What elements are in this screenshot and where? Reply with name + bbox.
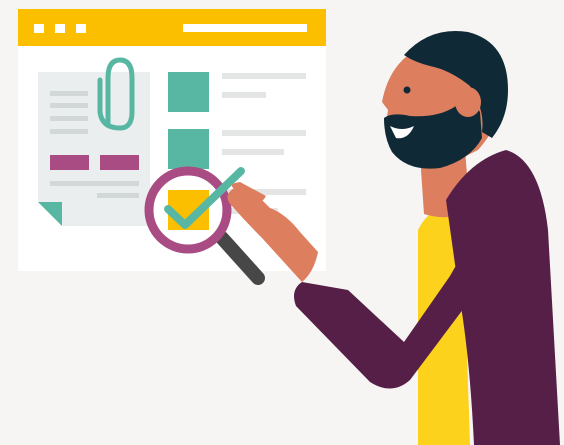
list-row-line xyxy=(222,73,306,79)
document-line xyxy=(50,116,88,121)
window-dot-3 xyxy=(76,24,86,33)
document-line xyxy=(50,91,88,96)
document-line xyxy=(97,193,139,198)
window-dot-2 xyxy=(55,24,65,33)
list-row-line xyxy=(222,149,284,155)
document-tag xyxy=(100,155,139,170)
document-line xyxy=(50,129,88,134)
list-row-line xyxy=(222,130,306,136)
person-ear xyxy=(455,87,481,117)
list-row-square xyxy=(168,129,209,169)
person-eye xyxy=(403,86,411,94)
illustration-scene xyxy=(0,0,564,445)
list-row-square xyxy=(168,72,209,112)
document-tag xyxy=(50,155,89,170)
window-dot-1 xyxy=(34,24,44,33)
list-row-line xyxy=(222,92,266,98)
document-line xyxy=(50,181,139,186)
document-line xyxy=(50,103,88,108)
illustration-svg xyxy=(18,9,560,445)
window-address-bar xyxy=(183,24,307,32)
